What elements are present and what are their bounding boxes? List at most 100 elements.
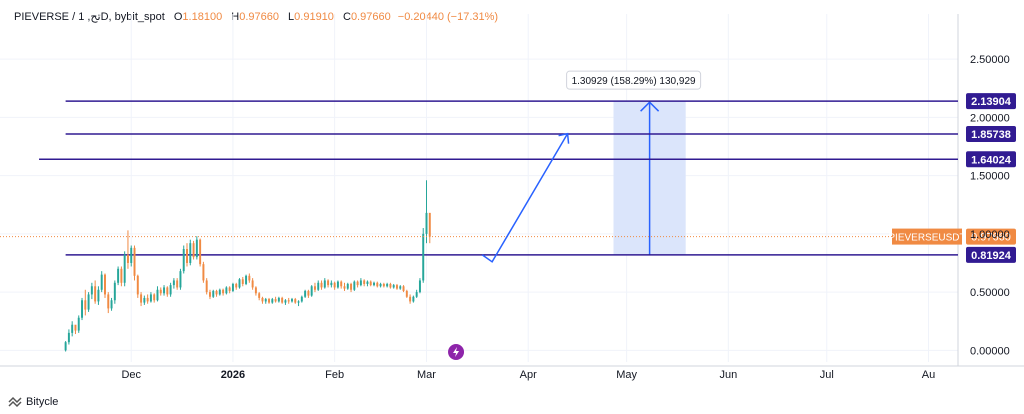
candle-body — [284, 300, 287, 303]
candle-body — [218, 289, 221, 295]
candle-body — [386, 283, 389, 287]
candle-body — [117, 268, 120, 283]
candle-body — [379, 283, 382, 287]
candle-body — [415, 292, 418, 297]
grid — [0, 14, 958, 362]
candle-body — [71, 324, 74, 333]
candle-body — [422, 233, 425, 281]
candle-body — [343, 286, 346, 289]
candles — [64, 180, 431, 352]
candle-body — [94, 286, 97, 302]
candle-body — [330, 282, 333, 286]
candle-body — [205, 280, 208, 293]
candle-body — [346, 283, 349, 289]
bitycle-logo-icon — [8, 396, 22, 408]
candle-body — [113, 282, 116, 301]
candle-body — [281, 297, 284, 303]
candle-body — [412, 296, 415, 302]
candle-body — [245, 275, 248, 284]
measure-tool[interactable]: 1.30929 (158.29%) 130,929 — [566, 70, 702, 255]
x-tick-label: Jul — [820, 369, 834, 381]
y-tick-label: 0.50000 — [970, 287, 1010, 299]
candle-body — [159, 289, 162, 294]
candle-body — [87, 294, 90, 310]
candle-body — [215, 290, 218, 295]
candle-body — [143, 297, 146, 303]
candle-body — [172, 280, 175, 286]
candle-body — [261, 297, 264, 302]
candle-body — [156, 289, 159, 301]
overlay: PIEVERSEUSDT 0.97660 — [0, 132, 1016, 360]
candle-body — [323, 280, 326, 288]
candle-body — [84, 300, 87, 310]
candle-body — [235, 283, 238, 288]
y-tick-label: 0.00000 — [970, 345, 1010, 357]
candle-body — [366, 281, 369, 284]
candle-body — [192, 243, 195, 258]
candle-body — [228, 287, 231, 291]
candle-body — [363, 280, 366, 284]
candle-body — [340, 281, 343, 287]
candle-body — [251, 280, 254, 288]
axis-labels: 0.00000 0.50000 1.00000 1.50000 2.00000 2.500… — [121, 54, 1009, 381]
candle-body — [166, 287, 169, 295]
candle-body — [336, 281, 339, 288]
candle-body — [268, 299, 271, 303]
candle-body — [428, 212, 431, 237]
candle-body — [277, 297, 280, 302]
candle-body — [369, 281, 372, 286]
candle-body — [350, 283, 353, 290]
candle-body — [225, 287, 228, 294]
projection-arrow-head — [558, 132, 570, 144]
candle-body — [153, 294, 156, 301]
candle-body — [222, 289, 225, 294]
candle-body — [104, 274, 106, 295]
candle-body — [307, 290, 310, 296]
candle-body — [373, 282, 375, 286]
y-tick-label: 2.50000 — [970, 54, 1010, 66]
y-tick-label: 1.50000 — [970, 171, 1010, 183]
x-tick-label: Apr — [520, 369, 537, 381]
candle-body — [264, 299, 267, 302]
candle-body — [163, 287, 166, 294]
candle-body — [356, 281, 359, 286]
candle-body — [300, 296, 303, 302]
x-tick-label: Dec — [121, 369, 141, 381]
candle-body — [77, 317, 80, 331]
candle-body — [126, 254, 129, 263]
projection-arrow-line — [481, 133, 569, 263]
candle-body — [405, 290, 408, 297]
candle-body — [287, 300, 290, 302]
candle-body — [64, 342, 67, 351]
candle-body — [402, 286, 405, 291]
candle-body — [395, 285, 398, 289]
candle-body — [294, 299, 297, 303]
candle-body — [399, 286, 402, 289]
candle-body — [409, 296, 412, 302]
candle-body — [169, 285, 172, 295]
candle-body — [110, 300, 113, 309]
candle-body — [376, 282, 379, 287]
candle-body — [136, 275, 139, 295]
candle-body — [317, 282, 320, 290]
candle-body — [182, 249, 185, 272]
candle-body — [189, 243, 192, 263]
candle-body — [359, 280, 362, 286]
candle-body — [248, 275, 251, 281]
horizontal-levels[interactable]: 2.13904 1.85738 1.64024 0.81924 — [39, 93, 1016, 263]
candle-body — [81, 300, 84, 318]
y-tick-label: 2.00000 — [970, 112, 1010, 124]
candle-body — [313, 286, 316, 290]
candle-body — [291, 299, 293, 302]
candle-body — [140, 294, 143, 303]
candle-body — [258, 293, 261, 298]
candle-body — [123, 254, 126, 283]
x-tick-label: Feb — [325, 369, 344, 381]
candle-body — [271, 299, 274, 303]
candle-body — [100, 274, 103, 290]
candle-body — [67, 332, 70, 343]
candle-body — [208, 292, 211, 297]
candle-body — [212, 290, 215, 297]
candle-body — [392, 285, 395, 288]
price-chart[interactable]: 1.30929 (158.29%) 130,929 2.13904 1.85738… — [0, 0, 1024, 414]
